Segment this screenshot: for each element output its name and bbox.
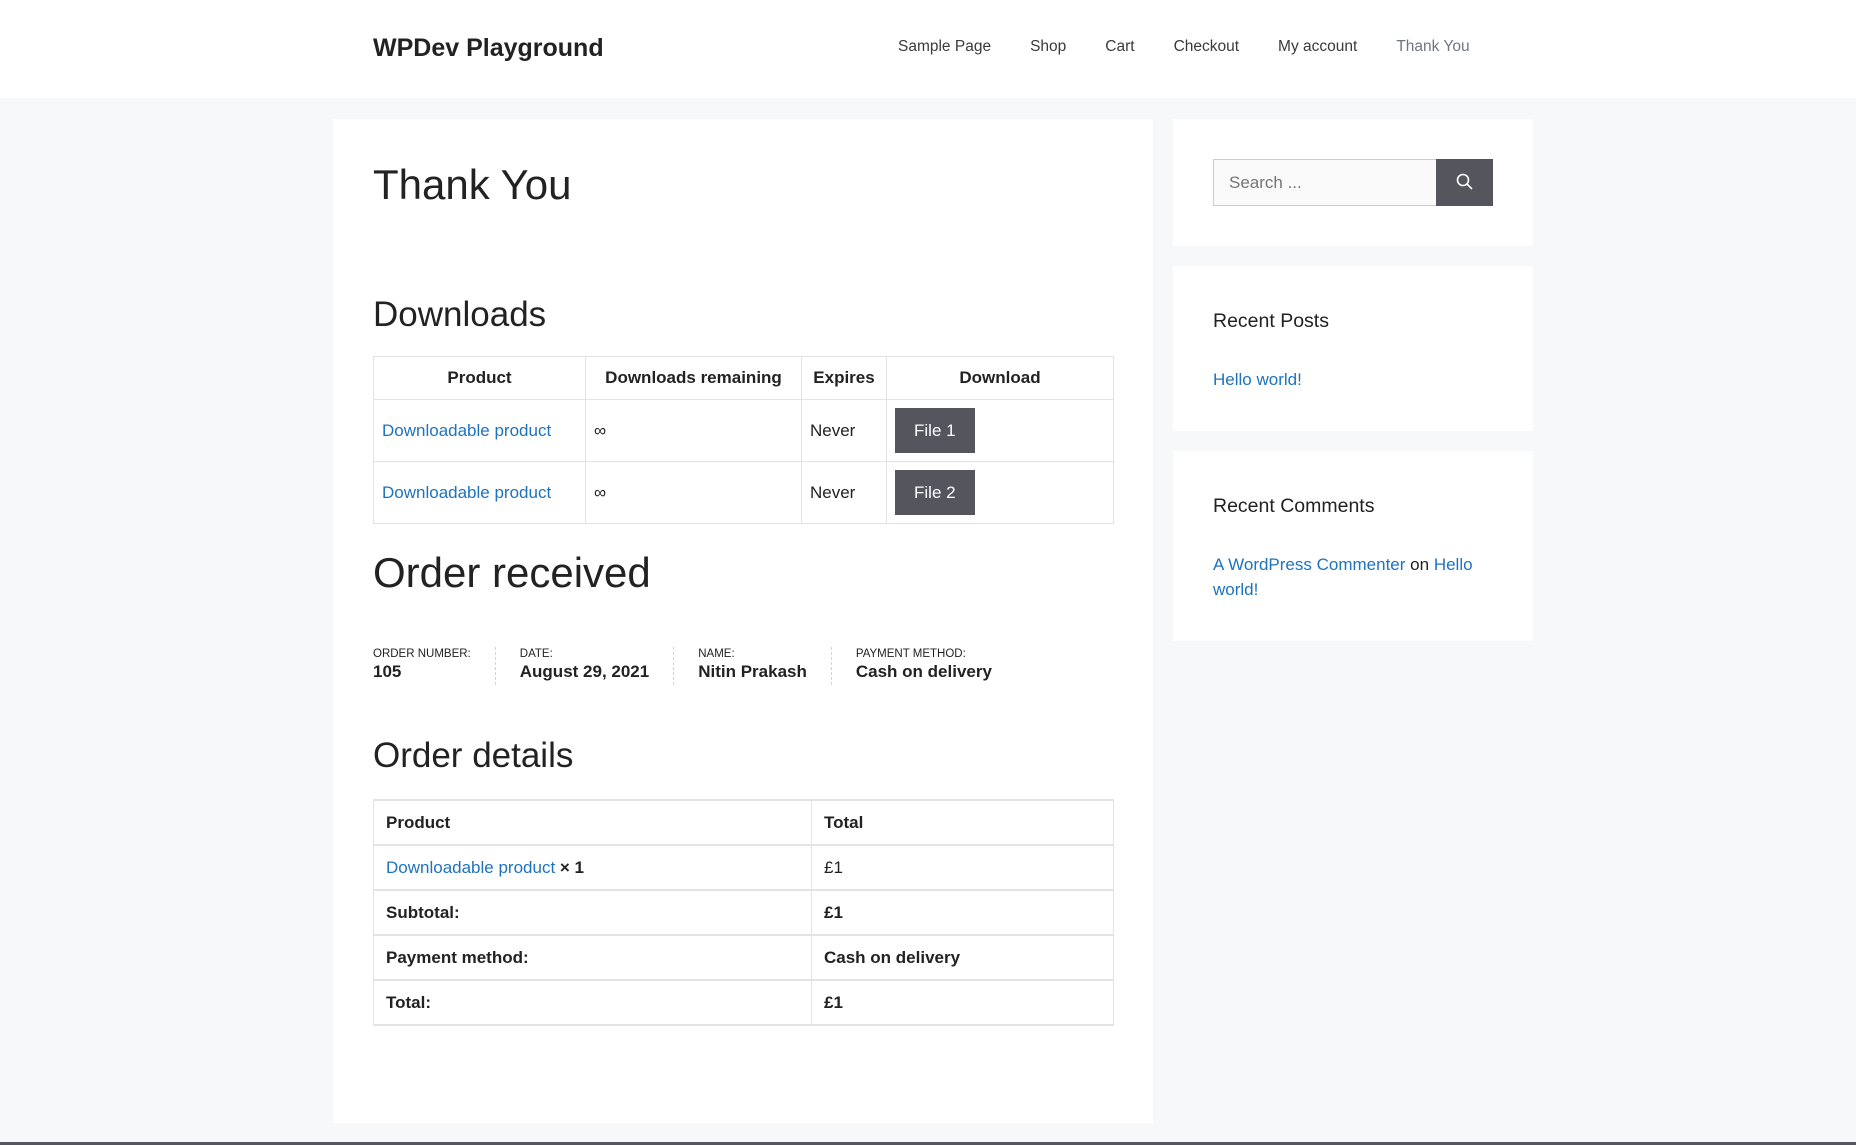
- site-title[interactable]: WPDev Playground: [373, 34, 604, 63]
- expires-cell: Never: [801, 399, 887, 462]
- expires-cell: Never: [801, 461, 887, 524]
- comment-author-link[interactable]: A WordPress Commenter: [1213, 555, 1405, 574]
- recent-posts-list: Hello world!: [1213, 367, 1493, 392]
- order-number-label: Order number:: [373, 648, 471, 660]
- order-overview: Order number: 105 Date: August 29, 2021 …: [373, 647, 1040, 685]
- table-row: Downloadable product ∞ Never File 2: [373, 461, 1114, 524]
- site-header: WPDev Playground Sample Page Shop Cart C…: [0, 0, 1856, 98]
- download-cell: File 1: [886, 399, 1114, 462]
- column-header-total: Total: [811, 799, 1114, 846]
- product-cell: Downloadable product × 1: [373, 844, 812, 891]
- order-received-heading: Order received: [373, 549, 651, 596]
- order-date-value: August 29, 2021: [519, 662, 650, 681]
- product-cell: Downloadable product: [373, 399, 586, 462]
- search-input[interactable]: [1213, 159, 1437, 206]
- downloads-heading: Downloads: [373, 295, 547, 334]
- nav-item-cart[interactable]: Cart: [1105, 38, 1134, 56]
- column-header-downloads-remaining: Downloads remaining: [585, 356, 802, 400]
- page-title: Thank You: [373, 161, 572, 208]
- payment-method-label: Payment method:: [855, 648, 966, 660]
- recent-posts-title: Recent Posts: [1213, 310, 1329, 332]
- order-payment-method: Payment method: Cash on delivery: [856, 647, 1016, 685]
- download-cell: File 2: [886, 461, 1114, 524]
- search-widget: [1173, 119, 1533, 246]
- order-details-heading: Order details: [373, 736, 574, 775]
- order-date-label: Date:: [519, 648, 553, 660]
- table-header-row: Product Total: [373, 799, 1114, 846]
- nav-item-my-account[interactable]: My account: [1278, 38, 1357, 56]
- subtotal-value: £1: [811, 889, 1114, 936]
- downloads-table: Product Downloads remaining Expires Down…: [373, 356, 1114, 524]
- line-total: £1: [811, 844, 1114, 891]
- column-header-download: Download: [886, 356, 1114, 400]
- product-link[interactable]: Downloadable product: [386, 858, 555, 877]
- product-link[interactable]: Downloadable product: [382, 421, 551, 440]
- search-button[interactable]: [1436, 159, 1493, 206]
- table-row: Total: £1: [373, 979, 1114, 1026]
- nav-item-sample-page[interactable]: Sample Page: [898, 38, 991, 56]
- order-date: Date: August 29, 2021: [519, 647, 675, 685]
- recent-comments-widget: Recent Comments A WordPress Commenter on…: [1173, 451, 1533, 641]
- downloads-remaining-cell: ∞: [585, 461, 802, 524]
- table-row: Downloadable product ∞ Never File 1: [373, 399, 1114, 462]
- total-label: Total:: [373, 979, 812, 1026]
- recent-comment-item: A WordPress Commenter on Hello world!: [1213, 552, 1493, 602]
- recent-post-link[interactable]: Hello world!: [1213, 370, 1302, 389]
- download-file-2-button[interactable]: File 2: [895, 470, 975, 515]
- table-row: Payment method: Cash on delivery: [373, 934, 1114, 981]
- order-name: Name: Nitin Prakash: [698, 647, 832, 685]
- downloads-remaining-cell: ∞: [585, 399, 802, 462]
- total-value: £1: [811, 979, 1114, 1026]
- recent-comments-title: Recent Comments: [1213, 495, 1375, 517]
- recent-posts-widget: Recent Posts Hello world!: [1173, 266, 1533, 431]
- search-icon: [1456, 173, 1473, 193]
- table-row: Subtotal: £1: [373, 889, 1114, 936]
- order-number-value: 105: [373, 662, 402, 681]
- main-content: Thank You Downloads Product Downloads re…: [333, 119, 1153, 1123]
- nav-item-thank-you[interactable]: Thank You: [1396, 38, 1469, 56]
- nav-item-checkout[interactable]: Checkout: [1174, 38, 1239, 56]
- column-header-product: Product: [373, 799, 812, 846]
- subtotal-label: Subtotal:: [373, 889, 812, 936]
- order-number: Order number: 105: [373, 647, 496, 685]
- order-name-value: Nitin Prakash: [698, 662, 807, 681]
- order-details-table: Product Total Downloadable product × 1 £…: [373, 799, 1114, 1026]
- order-name-label: Name:: [698, 648, 735, 660]
- payment-method-value: Cash on delivery: [855, 662, 992, 681]
- comment-connector: on: [1410, 555, 1430, 574]
- table-row: Downloadable product × 1 £1: [373, 844, 1114, 891]
- column-header-expires: Expires: [801, 356, 887, 400]
- nav-item-shop[interactable]: Shop: [1030, 38, 1066, 56]
- product-cell: Downloadable product: [373, 461, 586, 524]
- product-quantity: × 1: [559, 857, 585, 877]
- primary-nav: Sample Page Shop Cart Checkout My accoun…: [898, 38, 1509, 56]
- payment-method-value: Cash on delivery: [811, 934, 1114, 981]
- column-header-product: Product: [373, 356, 586, 400]
- payment-method-label: Payment method:: [373, 934, 812, 981]
- product-link[interactable]: Downloadable product: [382, 483, 551, 502]
- download-file-1-button[interactable]: File 1: [895, 408, 975, 453]
- table-header-row: Product Downloads remaining Expires Down…: [373, 356, 1114, 400]
